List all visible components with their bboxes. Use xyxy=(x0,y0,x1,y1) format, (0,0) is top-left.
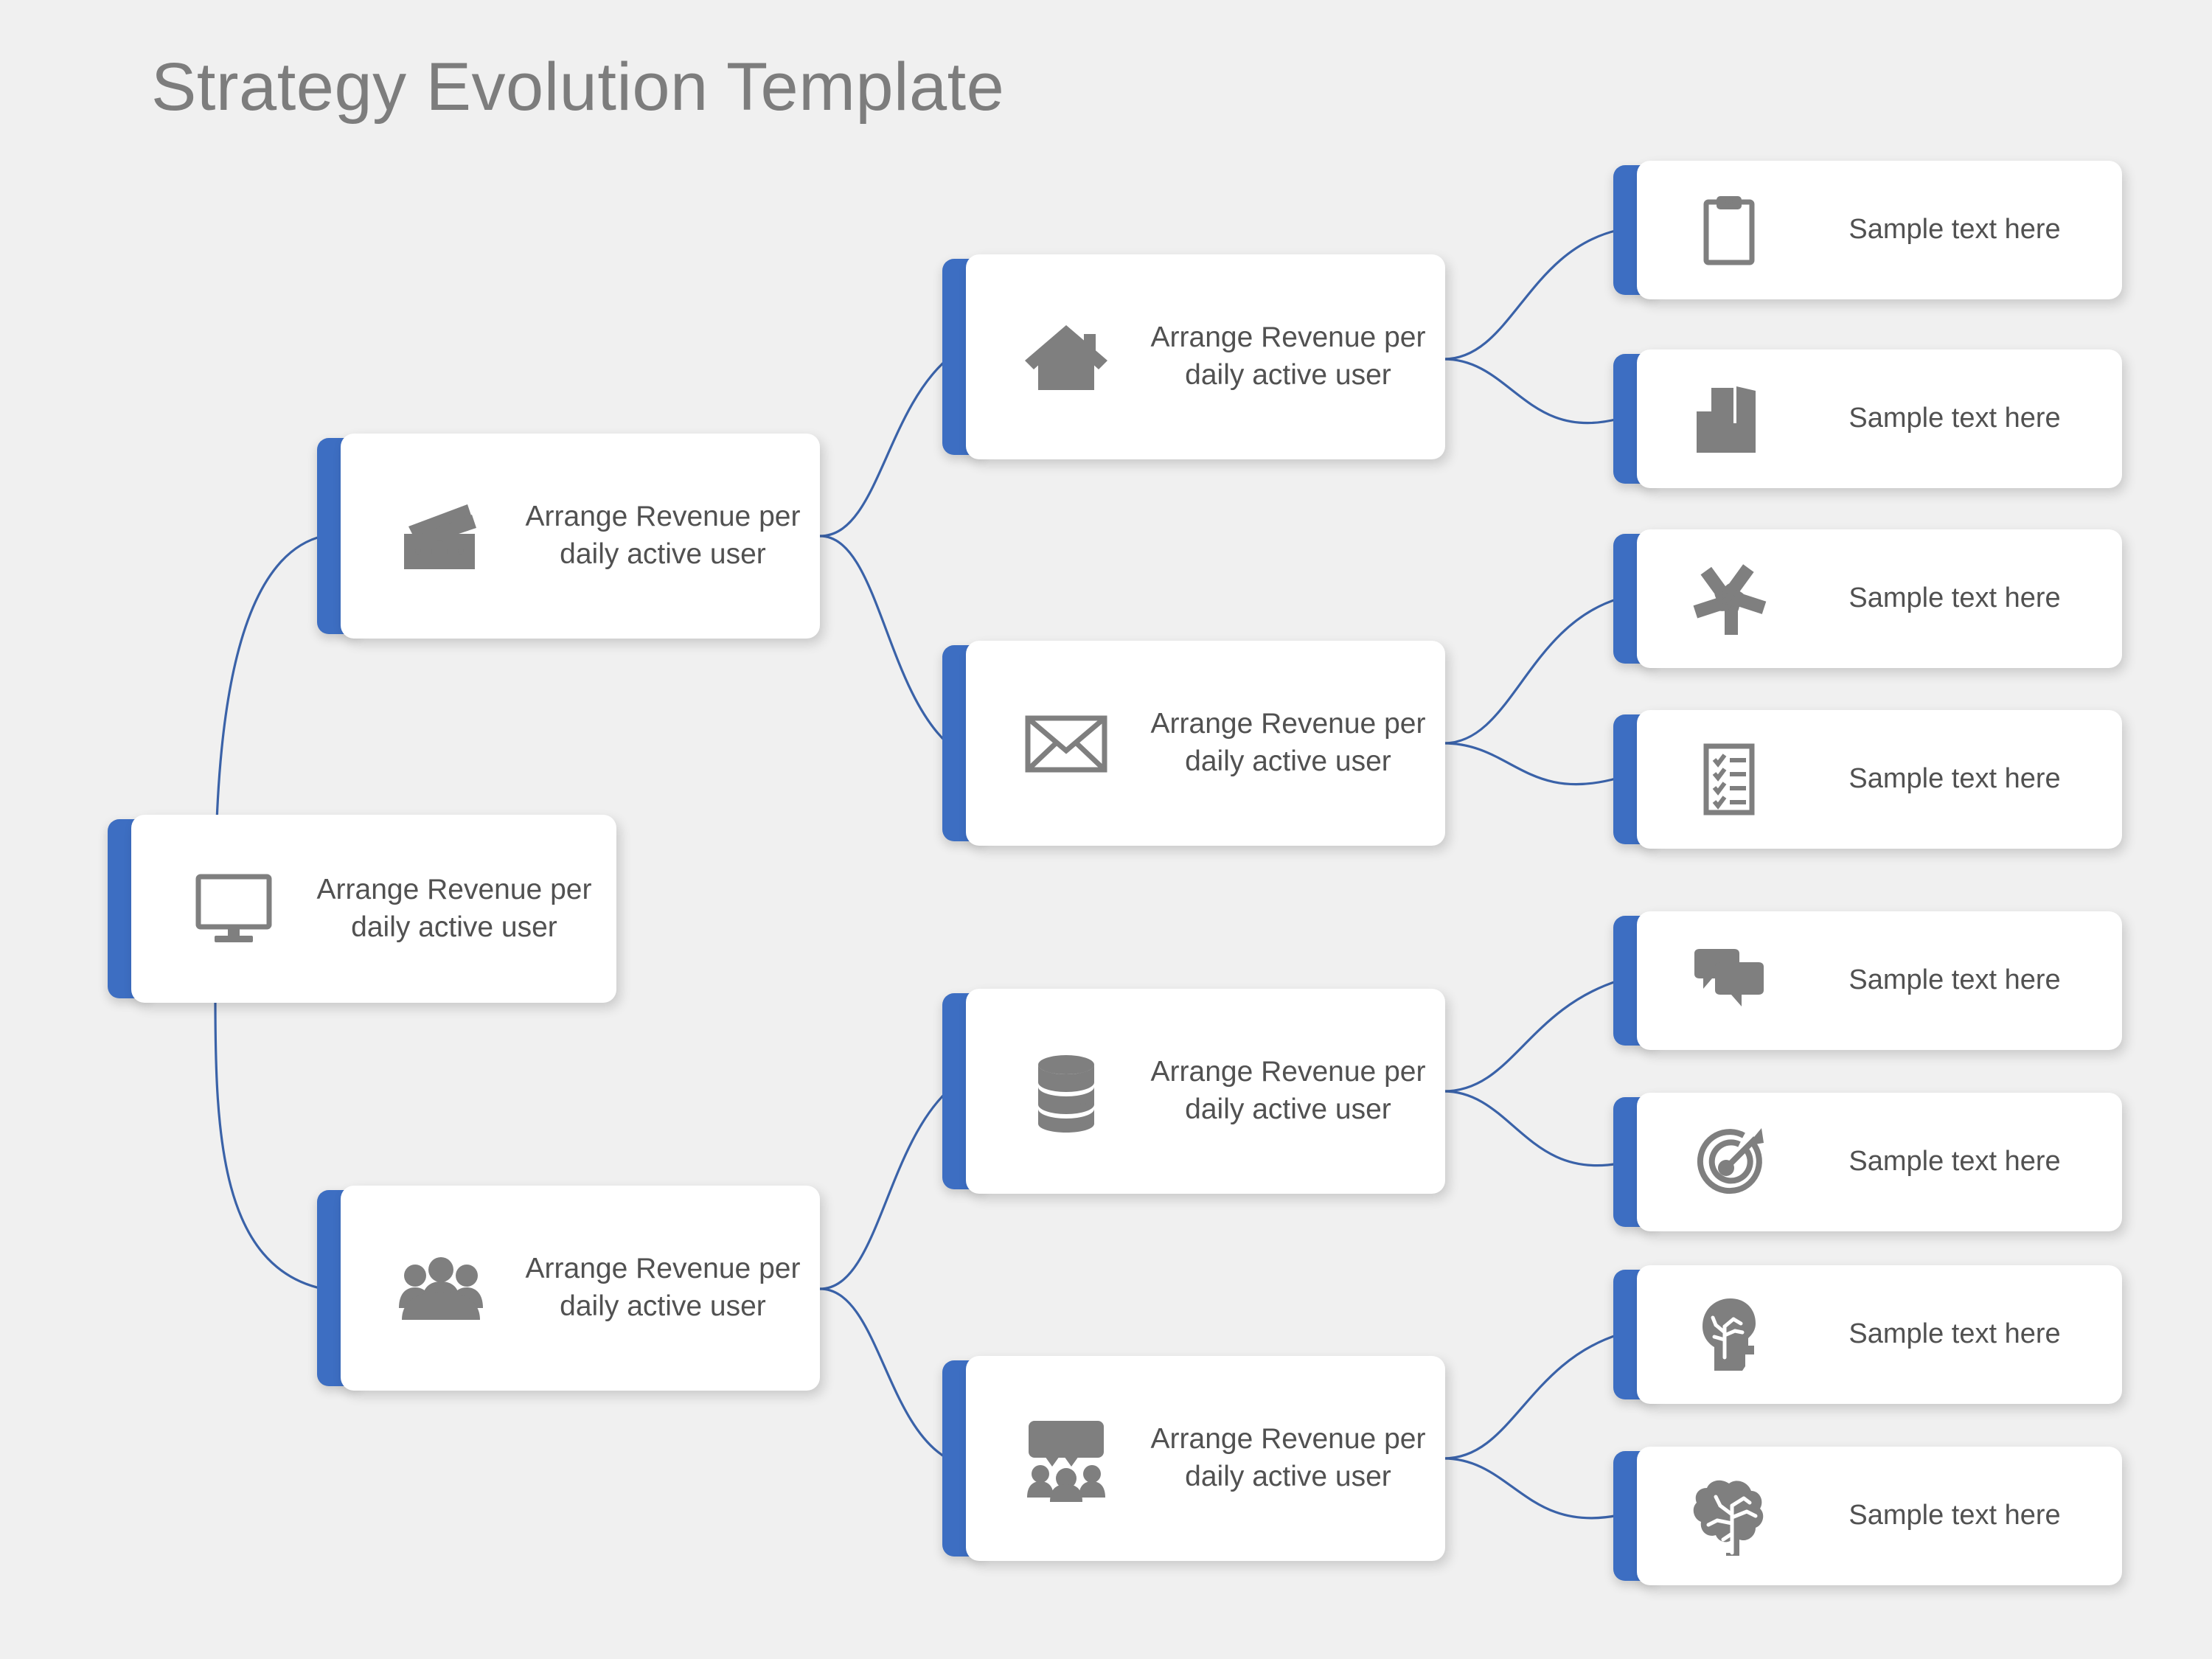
house-icon xyxy=(992,313,1140,401)
node-label: Sample text here xyxy=(1848,1146,2061,1178)
brain-icon xyxy=(1666,1475,1792,1557)
checklist-icon xyxy=(1666,739,1792,820)
connector-root-to-branch-1 xyxy=(214,998,324,1290)
node-label: Sample text here xyxy=(1848,582,2061,614)
node-child-1[interactable]: Arrange Revenue per daily active user xyxy=(942,641,1445,846)
connector-branch-0-to-child-1 xyxy=(819,535,949,745)
node-card[interactable]: Arrange Revenue per daily active user xyxy=(341,434,820,639)
node-leaf-2[interactable]: Sample text here xyxy=(1613,529,2122,668)
node-label: Sample text here xyxy=(1848,1500,2061,1531)
node-label: Arrange Revenue per daily active user xyxy=(1150,1056,1426,1125)
node-card[interactable]: Sample text here xyxy=(1637,1447,2122,1585)
connector-child-2-to-leaf-5 xyxy=(1443,1090,1619,1167)
database-icon xyxy=(992,1047,1140,1135)
node-card[interactable]: Arrange Revenue per daily active user xyxy=(966,1356,1445,1561)
diagram-canvas: Strategy Evolution Template Arrange Reve… xyxy=(0,0,2212,1659)
node-card[interactable]: Arrange Revenue per daily active user xyxy=(341,1186,820,1391)
cash-icon xyxy=(367,492,515,580)
node-card[interactable]: Sample text here xyxy=(1637,349,2122,488)
node-leaf-6[interactable]: Sample text here xyxy=(1613,1265,2122,1404)
node-leaf-7[interactable]: Sample text here xyxy=(1613,1447,2122,1585)
node-card[interactable]: Sample text here xyxy=(1637,1265,2122,1404)
presentation-audience-icon xyxy=(992,1414,1140,1503)
node-card[interactable]: Sample text here xyxy=(1637,911,2122,1050)
node-child-3[interactable]: Arrange Revenue per daily active user xyxy=(942,1356,1445,1561)
monitor-icon xyxy=(164,865,304,953)
node-label: Sample text here xyxy=(1848,403,2061,434)
head-brain-icon xyxy=(1666,1294,1792,1375)
node-leaf-5[interactable]: Sample text here xyxy=(1613,1093,2122,1231)
node-label: Sample text here xyxy=(1848,214,2061,246)
node-card[interactable]: Arrange Revenue per daily active user xyxy=(966,989,1445,1194)
node-card[interactable]: Arrange Revenue per daily active user xyxy=(966,641,1445,846)
clipboard-icon xyxy=(1666,189,1792,271)
connector-child-1-to-leaf-2 xyxy=(1443,597,1619,745)
node-label: Arrange Revenue per daily active user xyxy=(1150,708,1426,777)
node-branch-0[interactable]: Arrange Revenue per daily active user xyxy=(317,434,820,639)
teamwork-hands-icon xyxy=(1666,558,1792,639)
node-branch-1[interactable]: Arrange Revenue per daily active user xyxy=(317,1186,820,1391)
connector-child-0-to-leaf-1 xyxy=(1443,358,1619,425)
target-arrow-icon xyxy=(1666,1121,1792,1203)
envelope-icon xyxy=(992,699,1140,787)
connector-child-3-to-leaf-6 xyxy=(1443,1333,1619,1460)
node-card[interactable]: Sample text here xyxy=(1637,161,2122,299)
chat-bubbles-icon xyxy=(1666,940,1792,1021)
connector-branch-1-to-child-2 xyxy=(819,1090,949,1290)
node-label: Arrange Revenue per daily active user xyxy=(525,1253,801,1322)
node-leaf-1[interactable]: Sample text here xyxy=(1613,349,2122,488)
node-card[interactable]: Arrange Revenue per daily active user xyxy=(131,815,616,1003)
node-label: Arrange Revenue per daily active user xyxy=(316,873,592,943)
connector-branch-1-to-child-3 xyxy=(819,1287,948,1460)
node-leaf-3[interactable]: Sample text here xyxy=(1613,710,2122,849)
node-card[interactable]: Sample text here xyxy=(1637,710,2122,849)
people-group-icon xyxy=(367,1244,515,1332)
node-label: Arrange Revenue per daily active user xyxy=(525,501,801,570)
node-leaf-0[interactable]: Sample text here xyxy=(1613,161,2122,299)
page-title: Strategy Evolution Template xyxy=(151,49,1005,125)
connector-child-1-to-leaf-3 xyxy=(1443,742,1619,786)
node-label: Sample text here xyxy=(1848,1318,2061,1350)
node-card[interactable]: Arrange Revenue per daily active user xyxy=(966,254,1445,459)
node-child-2[interactable]: Arrange Revenue per daily active user xyxy=(942,989,1445,1194)
connector-child-0-to-leaf-0 xyxy=(1443,229,1619,361)
node-label: Arrange Revenue per daily active user xyxy=(1150,1423,1426,1492)
node-root[interactable]: Arrange Revenue per daily active user xyxy=(108,815,616,1003)
node-label: Arrange Revenue per daily active user xyxy=(1150,321,1426,391)
node-card[interactable]: Sample text here xyxy=(1637,529,2122,668)
buildings-icon xyxy=(1666,378,1792,459)
node-label: Sample text here xyxy=(1848,763,2061,795)
node-card[interactable]: Sample text here xyxy=(1637,1093,2122,1231)
connector-child-2-to-leaf-4 xyxy=(1443,979,1619,1093)
node-leaf-4[interactable]: Sample text here xyxy=(1613,911,2122,1050)
connector-branch-0-to-child-0 xyxy=(819,358,949,538)
node-child-0[interactable]: Arrange Revenue per daily active user xyxy=(942,254,1445,459)
connector-child-3-to-leaf-7 xyxy=(1443,1457,1619,1520)
node-label: Sample text here xyxy=(1848,964,2061,996)
